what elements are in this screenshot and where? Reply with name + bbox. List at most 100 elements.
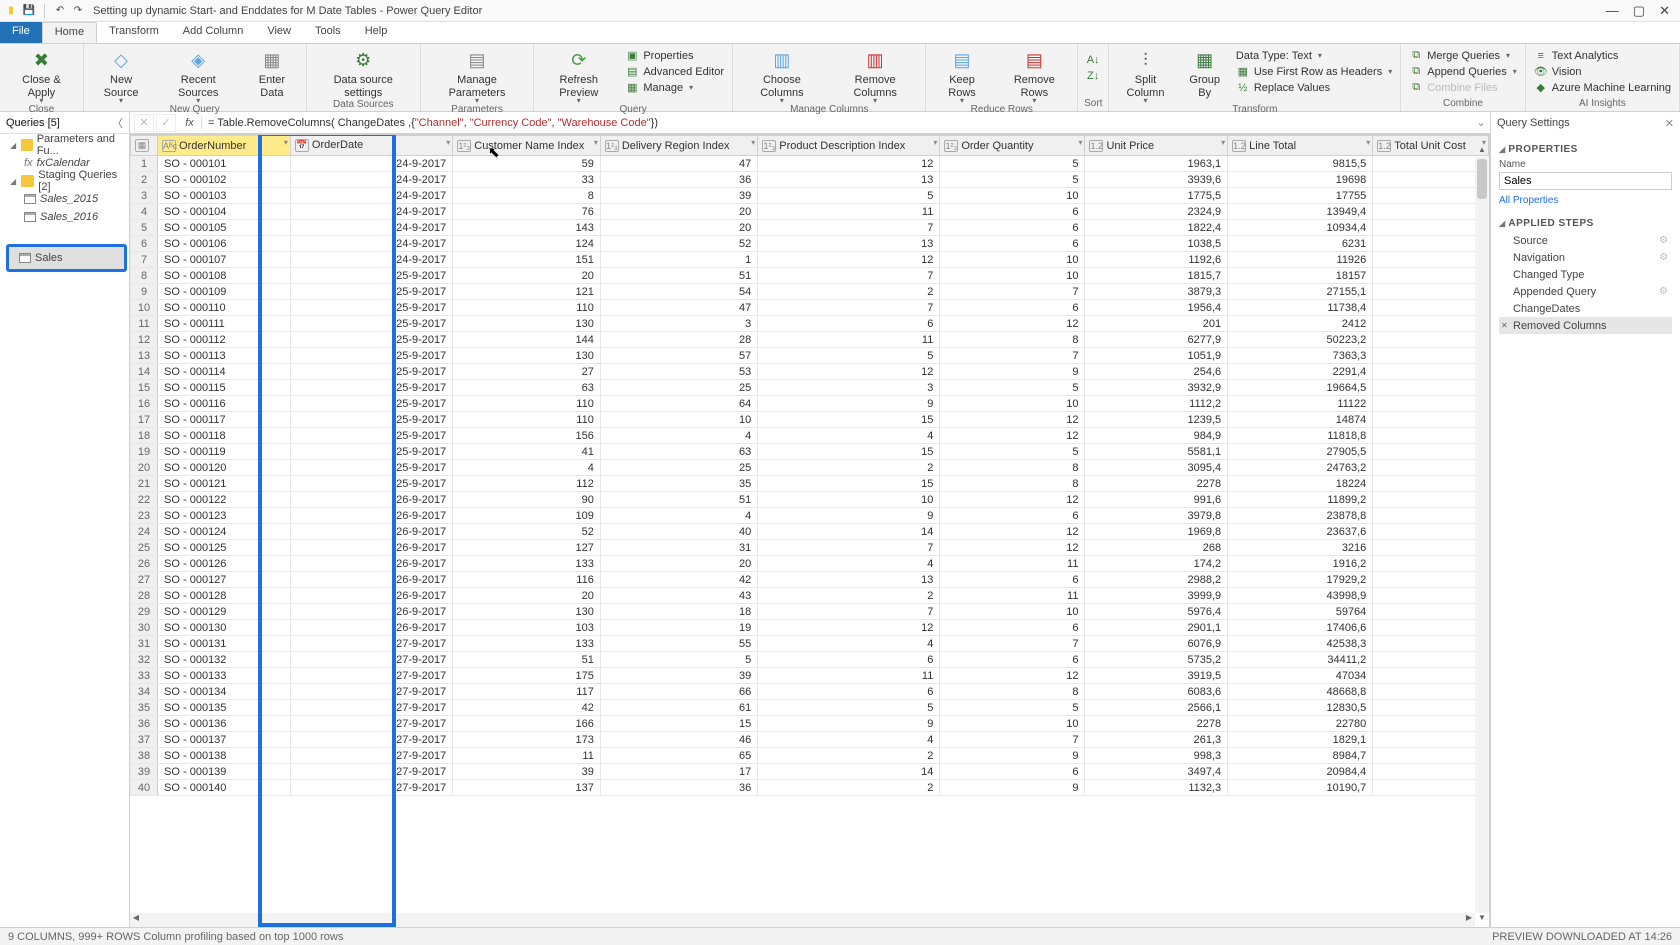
cell-tuc[interactable] [1373, 508, 1489, 524]
cell-rn[interactable]: 24 [131, 524, 158, 540]
cell-od[interactable]: 26-9-2017 [290, 492, 452, 508]
cell-rn[interactable]: 13 [131, 348, 158, 364]
cell-pdi[interactable]: 12 [758, 364, 940, 380]
cell-tuc[interactable] [1373, 300, 1489, 316]
cell-on[interactable]: SO - 000118 [158, 428, 291, 444]
append-queries-button[interactable]: ⧉Append Queries [1407, 64, 1519, 79]
cell-up[interactable]: 2324,9 [1085, 204, 1228, 220]
cell-pdi[interactable]: 10 [758, 492, 940, 508]
cell-tuc[interactable] [1373, 524, 1489, 540]
cell-lt[interactable]: 17929,2 [1228, 572, 1373, 588]
cell-on[interactable]: SO - 000132 [158, 652, 291, 668]
cell-oq[interactable]: 6 [940, 652, 1085, 668]
cell-od[interactable]: 26-9-2017 [290, 556, 452, 572]
data-type-button[interactable]: Data Type: Text [1234, 48, 1394, 63]
cell-rn[interactable]: 6 [131, 236, 158, 252]
cell-on[interactable]: SO - 000106 [158, 236, 291, 252]
table-row[interactable]: 11SO - 00011125-9-201713036122012412 [131, 316, 1489, 332]
cell-lt[interactable]: 14874 [1228, 412, 1373, 428]
gear-icon[interactable]: ⚙ [1659, 252, 1668, 263]
cell-rn[interactable]: 2 [131, 172, 158, 188]
keep-rows-button[interactable]: ▤Keep Rows▾ [932, 46, 991, 104]
cell-pdi[interactable]: 15 [758, 444, 940, 460]
cell-tuc[interactable] [1373, 204, 1489, 220]
cell-up[interactable]: 1775,5 [1085, 188, 1228, 204]
cell-up[interactable]: 5976,4 [1085, 604, 1228, 620]
cell-pdi[interactable]: 4 [758, 556, 940, 572]
cell-tuc[interactable] [1373, 156, 1489, 172]
cell-od[interactable]: 24-9-2017 [290, 220, 452, 236]
table-row[interactable]: 23SO - 00012326-9-20171094963979,823878,… [131, 508, 1489, 524]
cell-tuc[interactable] [1373, 572, 1489, 588]
cell-pdi[interactable]: 7 [758, 268, 940, 284]
tab-view[interactable]: View [255, 22, 303, 43]
table-row[interactable]: 4SO - 00010424-9-201776201162324,913949,… [131, 204, 1489, 220]
cell-od[interactable]: 25-9-2017 [290, 444, 452, 460]
scroll-right-icon[interactable]: ▶ [1463, 913, 1475, 927]
cell-oq[interactable]: 5 [940, 444, 1085, 460]
table-row[interactable]: 28SO - 00012826-9-201720432113999,943998… [131, 588, 1489, 604]
cell-cni[interactable]: 116 [453, 572, 601, 588]
cell-on[interactable]: SO - 000105 [158, 220, 291, 236]
cell-on[interactable]: SO - 000107 [158, 252, 291, 268]
cell-cni[interactable]: 20 [453, 588, 601, 604]
maximize-button[interactable]: ▢ [1633, 3, 1645, 19]
cell-od[interactable]: 25-9-2017 [290, 316, 452, 332]
cell-dri[interactable]: 47 [600, 156, 757, 172]
cell-rn[interactable]: 15 [131, 380, 158, 396]
table-row[interactable]: 34SO - 00013427-9-201711766686083,648668… [131, 684, 1489, 700]
cell-od[interactable]: 26-9-2017 [290, 572, 452, 588]
cell-pdi[interactable]: 9 [758, 508, 940, 524]
cell-rn[interactable]: 16 [131, 396, 158, 412]
cell-tuc[interactable] [1373, 540, 1489, 556]
cell-tuc[interactable] [1373, 556, 1489, 572]
cell-tuc[interactable] [1373, 636, 1489, 652]
cell-up[interactable]: 2988,2 [1085, 572, 1228, 588]
cell-lt[interactable]: 11899,2 [1228, 492, 1373, 508]
cell-rn[interactable]: 39 [131, 764, 158, 780]
table-row[interactable]: 9SO - 00010925-9-201712154273879,327155,… [131, 284, 1489, 300]
cell-dri[interactable]: 5 [600, 652, 757, 668]
all-properties-link[interactable]: All Properties [1499, 195, 1558, 206]
table-row[interactable]: 30SO - 00013026-9-2017103191262901,11740… [131, 620, 1489, 636]
cell-rn[interactable]: 8 [131, 268, 158, 284]
cell-tuc[interactable] [1373, 396, 1489, 412]
cell-rn[interactable]: 17 [131, 412, 158, 428]
minimize-button[interactable]: — [1606, 3, 1619, 19]
table-row[interactable]: 21SO - 00012125-9-201711235158227818224 [131, 476, 1489, 492]
cell-od[interactable]: 26-9-2017 [290, 620, 452, 636]
cell-on[interactable]: SO - 000109 [158, 284, 291, 300]
cell-od[interactable]: 25-9-2017 [290, 348, 452, 364]
table-row[interactable]: 24SO - 00012426-9-2017524014121969,82363… [131, 524, 1489, 540]
cell-pdi[interactable]: 6 [758, 652, 940, 668]
cell-tuc[interactable] [1373, 412, 1489, 428]
cell-cni[interactable]: 130 [453, 348, 601, 364]
cell-lt[interactable]: 2412 [1228, 316, 1373, 332]
cell-up[interactable]: 1956,4 [1085, 300, 1228, 316]
cell-rn[interactable]: 3 [131, 188, 158, 204]
filter-dropdown-icon[interactable]: ▾ [933, 138, 937, 147]
cell-dri[interactable]: 36 [600, 172, 757, 188]
data-source-settings-button[interactable]: ⚙Data source settings [313, 46, 414, 99]
cell-on[interactable]: SO - 000131 [158, 636, 291, 652]
data-grid[interactable]: ▦AᴮcOrderNumber▾📅OrderDate▾1²₃Customer N… [130, 135, 1489, 796]
cell-dri[interactable]: 18 [600, 604, 757, 620]
cell-oq[interactable]: 5 [940, 156, 1085, 172]
cell-lt[interactable]: 6231 [1228, 236, 1373, 252]
cell-lt[interactable]: 11122 [1228, 396, 1373, 412]
cell-lt[interactable]: 3216 [1228, 540, 1373, 556]
cell-cni[interactable]: 151 [453, 252, 601, 268]
cell-tuc[interactable] [1373, 220, 1489, 236]
step-changedates[interactable]: ChangeDates [1499, 300, 1672, 317]
cell-up[interactable]: 3095,4 [1085, 460, 1228, 476]
cell-on[interactable]: SO - 000101 [158, 156, 291, 172]
cell-lt[interactable]: 1829,1 [1228, 732, 1373, 748]
cell-oq[interactable]: 12 [940, 524, 1085, 540]
cell-dri[interactable]: 19 [600, 620, 757, 636]
cell-cni[interactable]: 133 [453, 636, 601, 652]
cell-od[interactable]: 26-9-2017 [290, 540, 452, 556]
cell-lt[interactable]: 11818,8 [1228, 428, 1373, 444]
table-row[interactable]: 6SO - 00010624-9-2017124521361038,56231 [131, 236, 1489, 252]
cell-lt[interactable]: 22780 [1228, 716, 1373, 732]
cell-on[interactable]: SO - 000112 [158, 332, 291, 348]
